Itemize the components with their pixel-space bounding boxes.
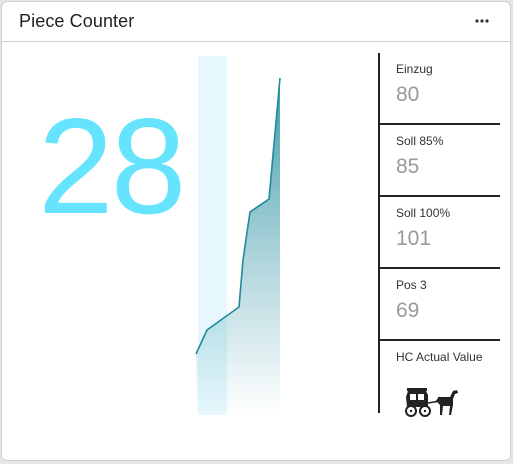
- kpi-separator: [380, 195, 500, 197]
- widget-header: Piece Counter: [2, 2, 510, 42]
- kpi-pos-3: Pos 3 69: [396, 278, 500, 323]
- piece-counter-widget: Piece Counter 28 Einzug 80 Soll 85% 85 S…: [1, 1, 511, 461]
- kpi-value: 69: [396, 299, 420, 322]
- widget-title: Piece Counter: [19, 11, 135, 31]
- kpi-separator: [380, 123, 500, 125]
- kpi-label: Pos 3: [396, 278, 427, 292]
- kpi-label: Soll 85%: [396, 134, 444, 148]
- kpi-label: Soll 100%: [396, 206, 451, 220]
- kpi-separator: [380, 267, 500, 269]
- kpi-value: 80: [396, 83, 420, 106]
- more-options-button[interactable]: [470, 10, 494, 32]
- kpi-label: HC Actual Value: [396, 350, 483, 364]
- kpi-value: 85: [396, 155, 420, 178]
- kpi-separator: [380, 339, 500, 341]
- kpi-value: 101: [396, 227, 432, 250]
- kpi-soll-100: Soll 100% 101: [396, 206, 500, 251]
- kpi-divider: [378, 53, 380, 413]
- kpi-hc-actual: HC Actual Value: [396, 350, 500, 364]
- horse-carriage-icon: [405, 388, 458, 417]
- sparkline-chart: [195, 56, 281, 415]
- more-horizontal-icon: [475, 19, 489, 23]
- kpi-label: Einzug: [396, 62, 433, 76]
- kpi-soll-85: Soll 85% 85: [396, 134, 500, 179]
- piece-count-value: 28: [38, 90, 186, 242]
- kpi-einzug: Einzug 80: [396, 62, 500, 107]
